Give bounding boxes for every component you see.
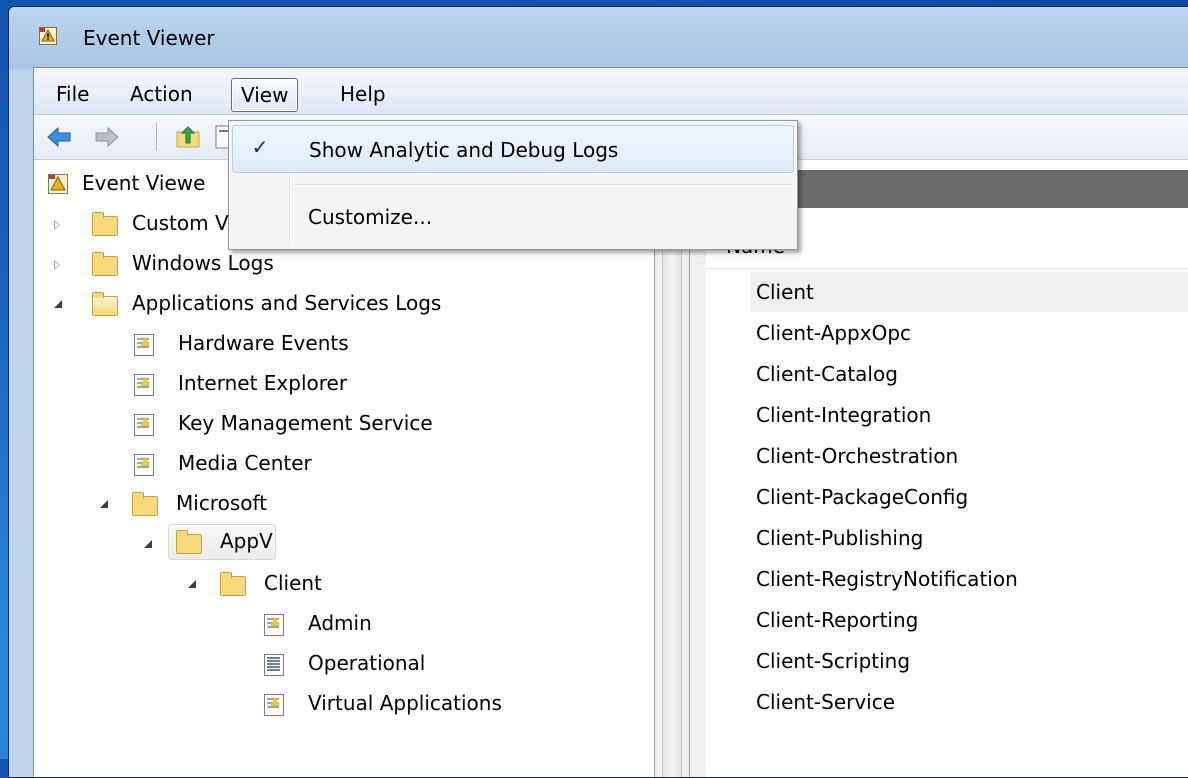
list-row[interactable]: Client-Scripting	[756, 649, 910, 673]
menu-item-show-analytic-debug-logs[interactable]: ✓ Show Analytic and Debug Logs	[232, 125, 794, 173]
tree-item-label: Virtual Applications	[308, 691, 502, 715]
title-bar[interactable]: Event Viewer	[9, 7, 1188, 67]
tree-item-label: Event Viewe	[82, 171, 206, 195]
pane-splitter[interactable]	[662, 160, 690, 777]
tree-item-label: Key Management Service	[178, 411, 433, 435]
checkmark-icon: ✓	[251, 135, 269, 159]
event-log-icon	[134, 414, 154, 436]
window-title: Event Viewer	[83, 26, 215, 50]
tree-item-label: Microsoft	[176, 491, 268, 515]
tree-item-label: AppV	[220, 529, 273, 553]
tree-scrollbar[interactable]	[663, 160, 682, 777]
event-log-icon	[264, 614, 284, 636]
folder-icon	[176, 530, 202, 554]
menu-item-label: Show Analytic and Debug Logs	[309, 138, 619, 162]
list-row[interactable]: Client-PackageConfig	[756, 485, 968, 509]
windows-folder-icon	[92, 252, 118, 276]
menu-view[interactable]: View	[231, 78, 299, 112]
list-row[interactable]: Client-RegistryNotification	[756, 567, 1018, 591]
event-log-icon	[134, 454, 154, 476]
list-row[interactable]: Client-Integration	[756, 403, 931, 427]
expand-arrow-icon[interactable]	[54, 260, 60, 270]
collapse-arrow-icon[interactable]	[144, 540, 152, 548]
collapse-arrow-icon[interactable]	[54, 300, 62, 308]
tree-item-label: Media Center	[178, 451, 312, 475]
forward-arrow-icon[interactable]	[94, 126, 120, 148]
menu-help[interactable]: Help	[340, 82, 386, 106]
menu-item-label: Customize...	[308, 205, 433, 229]
folder-icon	[220, 572, 246, 596]
tree-item-label: Windows Logs	[132, 251, 274, 275]
list-row[interactable]: Client-Orchestration	[756, 444, 958, 468]
tree-item-label: Operational	[308, 651, 426, 675]
view-dropdown-menu: ✓ Show Analytic and Debug Logs Customize…	[228, 120, 798, 250]
menu-action[interactable]: Action	[130, 82, 193, 106]
collapse-arrow-icon[interactable]	[188, 580, 196, 588]
tree-item-label: Hardware Events	[178, 331, 349, 355]
log-file-icon	[264, 654, 284, 676]
expand-arrow-icon[interactable]	[54, 220, 60, 230]
tree-item-label: Admin	[308, 611, 372, 635]
list-row[interactable]: Client-Reporting	[756, 608, 918, 632]
menu-bar: File Action View Help	[34, 68, 1188, 115]
event-log-icon	[264, 694, 284, 716]
menu-item-customize[interactable]: Customize...	[232, 193, 794, 239]
back-arrow-icon[interactable]	[46, 126, 72, 148]
event-viewer-app-icon	[39, 27, 57, 45]
menu-separator	[293, 184, 793, 185]
list-row[interactable]: Client-Publishing	[756, 526, 923, 550]
open-folder-icon	[92, 292, 118, 316]
tree-item-label: Internet Explorer	[178, 371, 348, 395]
column-header-divider	[706, 268, 1188, 269]
list-row[interactable]: Client	[756, 280, 814, 304]
list-row[interactable]: Client-Catalog	[756, 362, 898, 386]
tree-item-label: Applications and Services Logs	[132, 291, 442, 315]
collapse-arrow-icon[interactable]	[100, 500, 108, 508]
up-folder-icon[interactable]	[174, 123, 202, 151]
results-pane: Name ClientClient-AppxOpcClient-CatalogC…	[706, 160, 1188, 777]
list-row[interactable]: Client-AppxOpc	[756, 321, 911, 345]
event-log-icon	[134, 334, 154, 356]
filter-folder-icon	[92, 212, 118, 236]
event-log-icon	[134, 374, 154, 396]
row-hover-background	[750, 272, 1188, 312]
tree-item-label: Client	[264, 571, 322, 595]
folder-icon	[132, 492, 158, 516]
list-row[interactable]: Client-Service	[756, 690, 895, 714]
toolbar-separator	[156, 123, 157, 151]
console-tree: Event Viewe Custom Views Windows Logs Ap…	[34, 160, 655, 777]
event-viewer-icon	[48, 174, 68, 194]
menu-file[interactable]: File	[56, 82, 89, 106]
